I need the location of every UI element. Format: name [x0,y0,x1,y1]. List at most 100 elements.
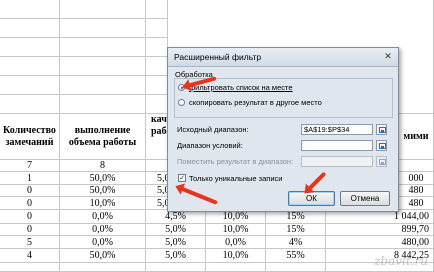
cancel-button[interactable]: Отмена [340,191,390,206]
cell-quality[interactable]: 5,0% [146,224,206,236]
criteria-range-input[interactable] [301,140,373,151]
cell-col5[interactable]: 15% [266,224,326,236]
copy-to-label: Поместить результат в диапазон: [177,157,294,166]
empty-cell[interactable] [60,95,146,114]
empty-cell[interactable] [0,263,60,272]
empty-cell[interactable] [60,76,146,95]
cell-remarks[interactable]: 0 [0,197,60,210]
cell-volume[interactable]: 0,0% [60,236,146,249]
empty-cell[interactable] [0,76,60,95]
empty-cell[interactable] [206,263,266,272]
cell-volume[interactable]: 0,0% [60,210,146,224]
close-icon[interactable]: ✕ [382,51,394,62]
range-picker-icon[interactable] [376,140,387,151]
advanced-filter-dialog: Расширенный фильтр ✕ Обработка фильтрова… [167,47,399,212]
cell-text: 50,0% [89,185,116,196]
cell-quality[interactable] [146,160,168,172]
radio-copy-to[interactable] [178,99,185,106]
cell-text: 0 [27,211,32,222]
radio-filter-in-place-label[interactable]: фильтровать список на месте [189,83,293,92]
empty-cell[interactable] [146,38,168,57]
cell-text: 899,70 [401,224,430,235]
cell-remarks[interactable]: 0 [0,210,60,224]
cell-col6[interactable]: 1 044,00 [326,210,434,224]
cell-text: 0,0% [92,236,113,248]
cell-text: 5,0% [165,250,186,261]
empty-cell[interactable] [0,57,60,76]
empty-cell[interactable] [146,19,168,38]
column-header-quality[interactable]: качрабо [146,114,168,160]
cell-remarks[interactable]: 7 [0,160,60,172]
column-header-last[interactable]: мими [399,114,434,160]
cell-text: 0,0% [92,211,113,222]
empty-cell[interactable] [146,57,168,76]
empty-cell[interactable] [0,0,60,19]
empty-cell[interactable] [60,19,146,38]
cell-quality[interactable]: 5,0 [146,172,168,185]
empty-cell[interactable] [60,38,146,57]
empty-cell[interactable] [0,19,60,38]
cell-col5[interactable]: 55% [266,249,326,263]
column-header-work-volume[interactable]: выполнение объема работы [60,114,146,160]
cell-volume[interactable]: 0,0% [60,224,146,236]
cell-col6[interactable]: 899,70 [326,224,434,236]
cell-quality[interactable]: 5,0 [146,185,168,197]
cell-text: 1 [27,172,32,184]
cell-col4[interactable]: 10,0% [206,224,266,236]
watermark: zbavit.ru [374,254,428,268]
cell-text: 10,0% [89,197,116,209]
cell-text: 0 [27,185,32,196]
cell-quality[interactable]: 5,0% [146,236,206,249]
cell-remarks[interactable]: 5 [0,236,60,249]
empty-cell[interactable] [146,0,168,19]
cell-last[interactable]: 480 [399,185,434,197]
source-range-input[interactable]: $A$19:$P$34 [301,124,373,135]
cell-volume[interactable]: 10,0% [60,197,146,210]
cell-col5[interactable]: 4% [266,236,326,249]
cell-text: 0 [27,224,32,235]
cell-col4[interactable]: 0,0% [206,236,266,249]
cell-col6[interactable]: 480,00 [326,236,434,249]
empty-cell[interactable] [146,76,168,95]
cell-col4[interactable]: 10,0% [206,210,266,224]
cell-last[interactable] [399,160,434,172]
cell-text: 10,0% [222,250,249,261]
empty-cell[interactable] [60,263,146,272]
cell-remarks[interactable]: 1 [0,172,60,185]
cell-volume[interactable]: 50,0% [60,185,146,197]
cell-text: 7 [27,160,32,171]
range-picker-icon[interactable] [376,124,387,135]
cell-text: 50,0% [89,172,116,184]
cell-volume[interactable]: 8 [60,160,146,172]
cell-quality[interactable]: 5,0% [146,249,206,263]
cell-remarks[interactable]: 4 [0,249,60,263]
cell-remarks[interactable]: 0 [0,224,60,236]
cell-text: 0 [27,197,32,209]
empty-cell[interactable] [146,263,206,272]
cell-text: 4 [27,250,32,261]
cell-last[interactable]: 000 [399,172,434,185]
empty-cell[interactable] [399,0,434,114]
empty-cell[interactable] [0,95,60,114]
column-header-remarks-count[interactable]: Количество замечаний [0,114,60,160]
cell-last[interactable]: 480 [399,197,434,210]
cell-volume[interactable]: 50,0% [60,172,146,185]
cell-text: 5,0% [165,224,186,235]
cell-col4[interactable]: 10,0% [206,249,266,263]
empty-cell[interactable] [266,263,326,272]
empty-cell[interactable] [0,38,60,57]
cell-quality[interactable]: 4,5% [146,210,206,224]
empty-cell[interactable] [146,95,168,114]
cell-col5[interactable]: 15% [266,210,326,224]
empty-cell[interactable] [60,0,146,19]
unique-records-label[interactable]: Только уникальные записи [189,174,282,183]
cell-text: 000 [408,172,424,184]
cell-text: 4% [288,236,303,248]
empty-cell[interactable] [60,57,146,76]
cell-remarks[interactable]: 0 [0,185,60,197]
radio-copy-to-label[interactable]: скопировать результат в другое место [189,98,322,107]
cell-quality[interactable]: 5,0 [146,197,168,210]
dialog-title-bar[interactable]: Расширенный фильтр ✕ [168,48,398,67]
cell-text: 5 [27,236,32,248]
cell-volume[interactable]: 50,0% [60,249,146,263]
